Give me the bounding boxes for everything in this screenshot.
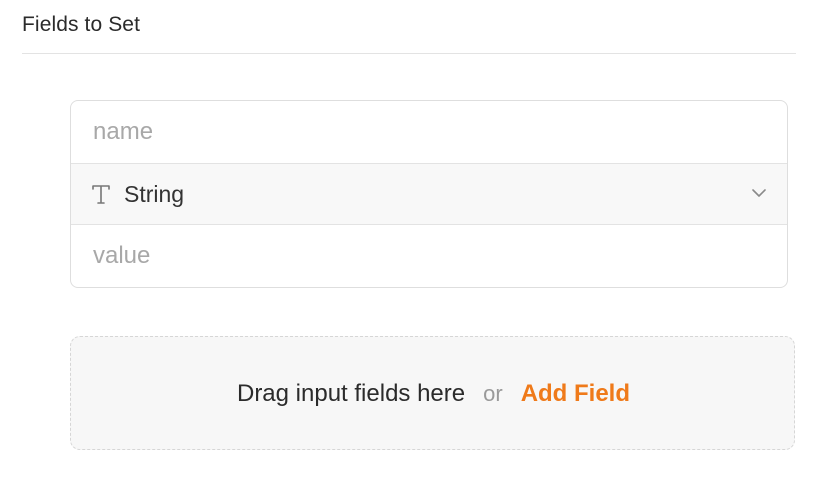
- drop-zone-content: Drag input fields here or Add Field: [71, 337, 796, 451]
- type-select[interactable]: String: [71, 163, 787, 225]
- text-type-icon: [92, 185, 110, 204]
- drop-zone-separator: or: [483, 381, 503, 406]
- value-row: [71, 225, 787, 287]
- drop-zone[interactable]: Drag input fields here or Add Field: [70, 336, 795, 450]
- field-card: String: [70, 100, 788, 288]
- name-input[interactable]: [93, 101, 763, 163]
- value-input[interactable]: [93, 225, 763, 287]
- fields-to-set-panel: Fields to Set String Drag input fields h…: [0, 0, 822, 482]
- type-select-value: String: [124, 181, 185, 207]
- name-row: [71, 101, 787, 163]
- chevron-down-icon: [752, 189, 766, 197]
- drop-zone-text: Drag input fields here: [236, 380, 466, 407]
- section-title: Fields to Set: [22, 13, 141, 36]
- add-field-button[interactable]: Add Field: [521, 380, 630, 408]
- section-divider: [22, 53, 796, 54]
